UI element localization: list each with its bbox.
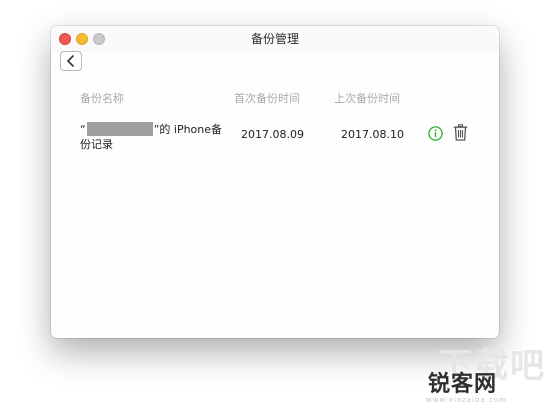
backup-manager-window: 备份管理 备份名称 首次备份时间 上次备份时间 “”的 iPhone备 份记录 … xyxy=(51,26,499,338)
first-backup-date: 2017.08.09 xyxy=(241,128,304,141)
window-title: 备份管理 xyxy=(250,32,299,46)
backup-name: “ ”的 iPhone备 xyxy=(80,121,222,137)
backup-name-line2: 份记录 xyxy=(80,138,113,151)
watermark: 下载吧 锐客网 www.xiazaiba.com xyxy=(418,348,546,404)
column-header-last-backup: 上次备份时间 xyxy=(334,92,400,105)
desktop: 备份管理 备份名称 首次备份时间 上次备份时间 “”的 iPhone备 份记录 … xyxy=(0,0,552,410)
column-header-first-backup: 首次备份时间 xyxy=(234,92,300,105)
back-button[interactable] xyxy=(60,51,82,71)
info-icon[interactable] xyxy=(428,126,443,141)
trash-icon[interactable] xyxy=(453,124,468,141)
title-bar: 备份管理 xyxy=(51,26,499,52)
column-header-name: 备份名称 xyxy=(80,92,124,105)
watermark-logo-text: 锐客网 xyxy=(428,372,498,397)
watermark-url: www.xiazaiba.com xyxy=(426,396,507,404)
backup-name-suffix: ”的 iPhone备 xyxy=(153,123,223,136)
backup-name-prefix: “ xyxy=(80,123,86,136)
redacted-device-name xyxy=(86,122,153,136)
last-backup-date: 2017.08.10 xyxy=(341,128,404,141)
chevron-left-icon xyxy=(67,55,74,67)
